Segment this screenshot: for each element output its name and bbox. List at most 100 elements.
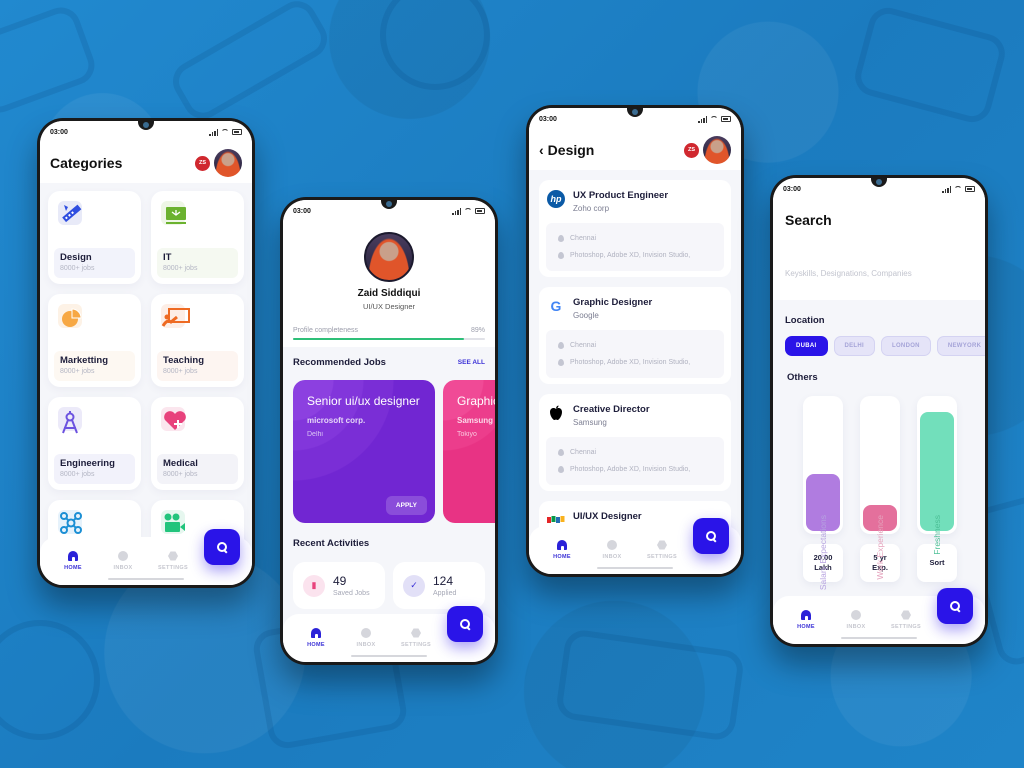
nav-label: SETTINGS [401, 642, 431, 648]
category-name: Engineering [60, 458, 115, 469]
compass-icon [58, 407, 82, 434]
category-card-engineering[interactable]: Engineering 8000+ jobs [48, 397, 141, 490]
category-card-teaching[interactable]: Teaching 8000+ jobs [151, 294, 244, 387]
nav-settings[interactable]: SETTINGS [148, 551, 198, 571]
job-list-item[interactable]: Creative Director Samsung Chennai Photosh… [539, 394, 731, 491]
freshness-slider[interactable]: Freshness [917, 396, 957, 555]
pie-chart-icon [58, 304, 82, 328]
job-location: Delhi [307, 431, 323, 439]
category-jobs: 8000+ jobs [163, 368, 198, 375]
job-company: microsoft corp. [307, 416, 366, 426]
search-input[interactable]: Keyskills, Designations, Companies [785, 269, 912, 278]
salary-slider[interactable]: Salary Expectations [803, 396, 843, 590]
nav-inbox[interactable]: INBOX [98, 551, 148, 571]
initials-badge[interactable]: ZS [684, 142, 699, 158]
page-title: Categories [50, 155, 123, 171]
nav-home[interactable]: HOME [781, 610, 831, 630]
activity-card-applied[interactable]: ✓ 124 Applied [393, 562, 485, 609]
bookmark-icon: ▮ [303, 574, 325, 597]
job-card[interactable]: Graphic designer Samsung Tokiyo [443, 380, 495, 523]
skills-pin-icon [558, 252, 564, 259]
nav-inbox[interactable]: INBOX [831, 610, 881, 630]
recommended-jobs-carousel[interactable]: Senior ui/ux designer microsoft corp. De… [293, 380, 495, 523]
search-icon [460, 619, 470, 629]
avatar[interactable] [214, 149, 242, 177]
nav-inbox[interactable]: INBOX [341, 628, 391, 648]
phone-categories: 03:00 Categories ZS Design 8000+ jobs IT… [37, 118, 255, 588]
initials-badge[interactable]: ZS [195, 155, 210, 171]
nav-home[interactable]: HOME [48, 551, 98, 571]
wifi-icon [954, 186, 962, 192]
nav-inbox[interactable]: INBOX [587, 540, 637, 560]
others-title: Others [787, 372, 818, 383]
apply-button[interactable]: APPLY [385, 496, 427, 515]
nav-label: HOME [553, 554, 571, 560]
search-fab-button[interactable] [447, 606, 483, 642]
location-chip[interactable]: DUBAI [785, 336, 828, 356]
category-card-it[interactable]: IT 8000+ jobs [151, 191, 244, 284]
see-all-link[interactable]: SEE ALL [458, 359, 485, 366]
category-card-design[interactable]: Design 8000+ jobs [48, 191, 141, 284]
profile-avatar[interactable] [364, 232, 414, 282]
search-fab-button[interactable] [693, 518, 729, 554]
nav-label: INBOX [846, 624, 866, 630]
gear-icon [411, 628, 421, 638]
nav-home[interactable]: HOME [537, 540, 587, 560]
battery-icon [475, 208, 485, 214]
apple-logo-icon [547, 404, 565, 422]
job-skills: Photoshop, Adobe XD, Invision Studio, [570, 466, 691, 473]
search-fab-button[interactable] [204, 529, 240, 565]
experience-slider[interactable]: Work Experience [860, 396, 900, 580]
activity-card-saved[interactable]: ▮ 49 Saved Jobs [293, 562, 385, 609]
job-list-item[interactable]: hp UX Product Engineer Zoho corp Chennai … [539, 180, 731, 277]
nav-label: INBOX [602, 554, 622, 560]
category-name: Teaching [163, 355, 204, 366]
location-chip[interactable]: LONDON [881, 336, 931, 356]
slider-label: Freshness [932, 515, 942, 555]
location-chip[interactable]: NEWYORK [936, 336, 985, 356]
profile-role: UI/UX Designer [362, 302, 416, 311]
page-title: Search [785, 212, 832, 228]
recent-activities-header: Recent Activities [293, 538, 485, 549]
section-title: Recent Activities [293, 538, 370, 549]
job-list[interactable]: hp UX Product Engineer Zoho corp Chennai … [539, 180, 731, 574]
job-title: Creative Director [573, 404, 650, 415]
teacher-board-icon [161, 304, 190, 328]
gear-icon [901, 610, 911, 620]
status-time: 03:00 [50, 128, 68, 136]
home-indicator [597, 567, 673, 569]
nav-settings[interactable]: SETTINGS [637, 540, 687, 560]
job-skills: Photoshop, Adobe XD, Invision Studio, [570, 252, 691, 259]
category-grid: Design 8000+ jobs IT 8000+ jobs Marketti… [48, 191, 244, 585]
chat-icon [118, 551, 128, 561]
job-card[interactable]: Senior ui/ux designer microsoft corp. De… [293, 380, 435, 523]
section-title: Recommended Jobs [293, 357, 386, 368]
nav-settings[interactable]: SETTINGS [881, 610, 931, 630]
completeness-label: Profile completeness [293, 327, 358, 334]
avatar[interactable] [703, 136, 731, 164]
chat-icon [607, 540, 617, 550]
home-icon [311, 628, 321, 638]
home-icon [68, 551, 78, 561]
search-header: Search Keyskills, Designations, Companie… [773, 200, 985, 300]
hp-logo-icon: hp [547, 190, 565, 208]
back-button[interactable]: ‹ [539, 142, 544, 158]
skills-pin-icon [558, 466, 564, 473]
status-time: 03:00 [539, 115, 557, 123]
category-card-medical[interactable]: Medical 8000+ jobs [151, 397, 244, 490]
activity-label: Applied [433, 590, 457, 597]
filter-sliders: Salary Expectations 20.00 Lakh Work Exper… [803, 396, 957, 590]
nav-label: SETTINGS [891, 624, 921, 630]
nav-settings[interactable]: SETTINGS [391, 628, 441, 648]
location-chip[interactable]: DELHI [833, 336, 875, 356]
job-list-item[interactable]: G Graphic Designer Google Chennai Photosh… [539, 287, 731, 384]
search-fab-button[interactable] [937, 588, 973, 624]
location-title: Location [785, 315, 825, 326]
wifi-icon [221, 129, 229, 135]
progress-fill [293, 338, 464, 340]
nav-home[interactable]: HOME [291, 628, 341, 648]
skills-pin-icon [558, 359, 564, 366]
battery-icon [232, 129, 242, 135]
search-icon [217, 542, 227, 552]
category-card-marketting[interactable]: Marketting 8000+ jobs [48, 294, 141, 387]
